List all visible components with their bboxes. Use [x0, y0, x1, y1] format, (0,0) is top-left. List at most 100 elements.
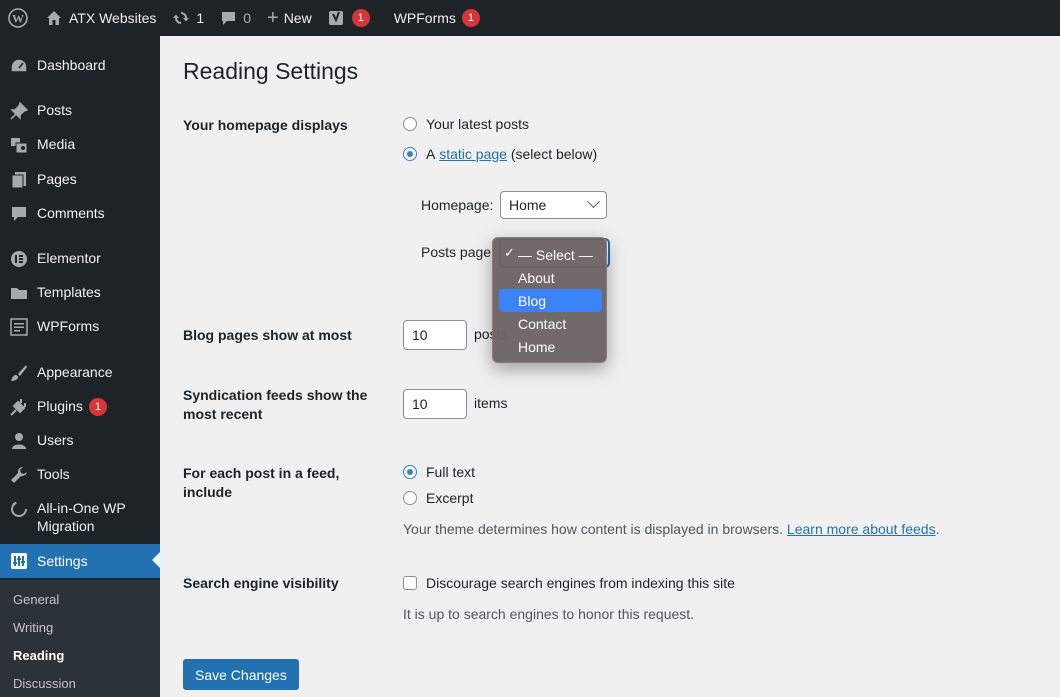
brush-icon [9, 363, 29, 383]
svg-text:W: W [12, 12, 24, 26]
migration-label-line2: Migration [37, 518, 95, 534]
updates-link[interactable]: 1 [164, 0, 212, 36]
static-page-link[interactable]: static page [439, 146, 507, 162]
feed-include-label: For each post in a feed, include [183, 465, 340, 500]
submenu-item-reading[interactable]: Reading [13, 648, 64, 663]
homepage-select[interactable]: Home [500, 191, 607, 219]
yoast-link[interactable]: 1 [320, 0, 378, 36]
chevron-down-icon [587, 195, 600, 209]
discourage-search-checkbox[interactable] [403, 576, 417, 590]
current-menu-arrow [152, 552, 160, 568]
syndication-unit: items [474, 395, 508, 411]
sidebar-item-label: WPForms [37, 318, 100, 334]
dropdown-option-home[interactable]: Home [499, 335, 602, 358]
sidebar-item-label: Plugins 1 [37, 397, 107, 417]
settings-icon [9, 551, 29, 571]
homepage-select-value: Home [509, 197, 547, 213]
folder-icon [9, 283, 29, 303]
posts-page-row: Posts page: [421, 244, 495, 260]
sidebar-item-templates[interactable]: Templates [0, 283, 160, 303]
pages-icon [9, 170, 29, 190]
yoast-icon [328, 9, 346, 27]
sidebar-item-comments[interactable]: Comments [0, 204, 160, 224]
sidebar-item-label: Comments [37, 205, 105, 221]
sidebar-item-plugins[interactable]: Plugins 1 [0, 397, 160, 417]
dropdown-option-blog[interactable]: Blog [499, 289, 602, 312]
sidebar-item-dashboard[interactable]: Dashboard [0, 56, 160, 76]
homepage-select-label: Homepage: [421, 197, 494, 213]
option-excerpt[interactable]: Excerpt [403, 490, 473, 506]
sidebar-item-label: Users [37, 432, 74, 448]
dropdown-option-contact[interactable]: Contact [499, 312, 602, 335]
syndication-unit-row: items [474, 395, 507, 411]
homepage-select-row: Homepage: [421, 197, 493, 213]
sidebar-item-tools[interactable]: Tools [0, 465, 160, 485]
dropdown-option-label: Home [518, 338, 556, 355]
syndication-input[interactable]: 10 [403, 389, 467, 419]
sidebar-item-pages[interactable]: Pages [0, 170, 160, 190]
full-text-radio[interactable] [403, 465, 417, 479]
discourage-search-row[interactable]: Discourage search engines from indexing … [403, 575, 735, 591]
sidebar-item-label: Posts [37, 102, 73, 118]
sidebar-item-elementor[interactable]: Elementor [0, 249, 160, 269]
sidebar-item-settings[interactable]: Settings [0, 544, 160, 578]
comment-icon [9, 204, 29, 224]
site-name-link[interactable]: ATX Websites [36, 0, 164, 36]
sidebar-item-label: Settings [37, 553, 88, 569]
dashboard-icon [9, 56, 29, 76]
checkmark-icon: ✓ [504, 245, 515, 260]
comments-count: 0 [243, 10, 251, 26]
option-full-text[interactable]: Full text [403, 464, 475, 480]
dropdown-option-label: Contact [518, 315, 567, 332]
sidebar-item-all-in-one-wp-migration[interactable]: All-in-One WP Migration [0, 499, 160, 535]
sidebar-item-media[interactable]: Media [0, 135, 160, 155]
dropdown-option-label: Blog [518, 292, 547, 309]
wordpress-logo-icon[interactable]: W [0, 0, 36, 36]
new-content-link[interactable]: + New [259, 0, 320, 36]
sidebar-item-label: All-in-One WP Migration [37, 499, 126, 535]
site-name: ATX Websites [69, 10, 157, 26]
save-changes-button[interactable]: Save Changes [183, 659, 299, 690]
submenu-item-discussion[interactable]: Discussion [13, 676, 76, 691]
excerpt-radio[interactable] [403, 491, 417, 505]
discourage-search-label: Discourage search engines from indexing … [426, 575, 735, 591]
wrench-icon [9, 465, 29, 485]
sidebar-item-users[interactable]: Users [0, 431, 160, 451]
submenu-item-writing[interactable]: Writing [13, 620, 53, 635]
dropdown-option-about[interactable]: About [499, 266, 602, 289]
posts-page-label: Posts page: [421, 244, 495, 260]
sidebar-item-posts[interactable]: Posts [0, 101, 160, 121]
syndication-value: 10 [412, 396, 428, 412]
dropdown-option-label: — Select — [518, 246, 593, 263]
migration-label-line1: All-in-One WP [37, 500, 126, 516]
option-static-page[interactable]: A static page (select below) [403, 146, 597, 162]
syndication-label: Syndication feeds show the most recent [183, 387, 368, 422]
sidebar-item-appearance[interactable]: Appearance [0, 363, 160, 383]
sidebar-item-label: Appearance [37, 364, 113, 380]
pin-icon [9, 101, 29, 121]
plugin-icon [9, 397, 29, 417]
learn-more-feeds-link[interactable]: Learn more about feeds [787, 521, 936, 537]
search-visibility-label: Search engine visibility [183, 575, 339, 591]
submenu-item-general[interactable]: General [13, 592, 59, 607]
wpforms-link[interactable]: WPForms 1 [378, 0, 488, 36]
static-suffix: (select below) [510, 146, 598, 162]
admin-sidebar: Dashboard Posts Media Pages Comments Ele… [0, 36, 160, 697]
media-icon [9, 135, 29, 155]
main-content: Reading Settings Your homepage displays … [160, 36, 1060, 697]
posts-page-dropdown-menu: ✓ — Select — About Blog Contact Home [492, 237, 607, 363]
latest-posts-radio[interactable] [403, 117, 417, 131]
new-label: New [283, 10, 312, 26]
option-latest-posts[interactable]: Your latest posts [403, 116, 529, 132]
elementor-icon [9, 249, 29, 269]
dropdown-option-select[interactable]: ✓ — Select — [499, 243, 602, 266]
latest-posts-label: Your latest posts [426, 116, 529, 132]
plugins-badge: 1 [88, 398, 107, 417]
static-page-radio[interactable] [403, 147, 417, 161]
sidebar-item-wpforms[interactable]: WPForms [0, 317, 160, 337]
wpforms-badge: 1 [461, 9, 480, 27]
search-visibility-description: It is up to search engines to honor this… [403, 606, 695, 622]
blog-pages-input[interactable]: 10 [403, 320, 467, 350]
sidebar-item-label: Tools [37, 466, 70, 482]
comments-link[interactable]: 0 [212, 0, 259, 36]
